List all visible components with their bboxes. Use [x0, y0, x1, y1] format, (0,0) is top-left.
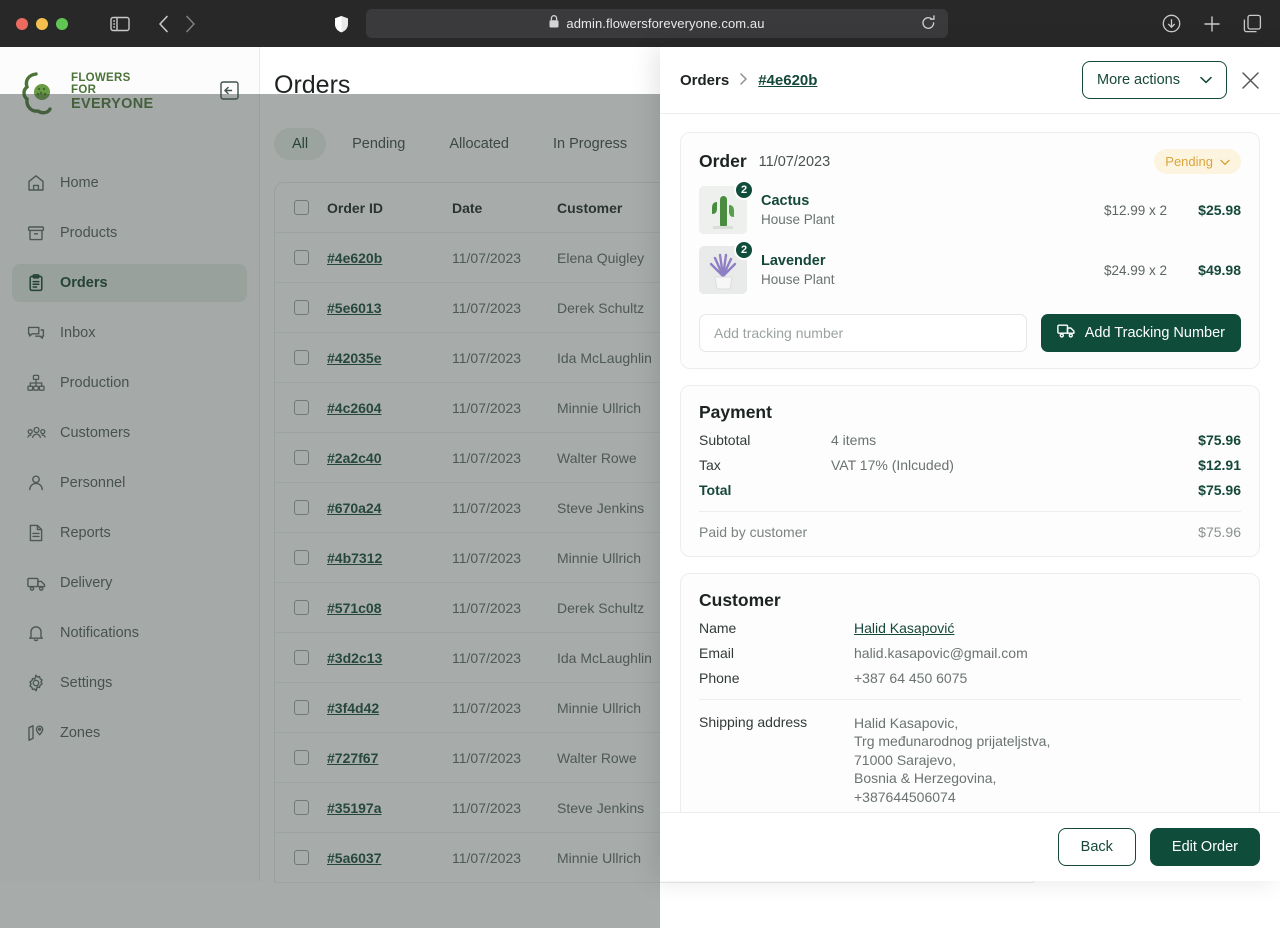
quantity-badge: 2 — [734, 180, 754, 200]
payment-label: Tax — [699, 457, 831, 473]
order-card-header: Order 11/07/2023 Pending — [699, 149, 1241, 174]
customer-name-label: Name — [699, 620, 854, 636]
address-line: Bosnia & Herzegovina, — [854, 769, 1050, 787]
line-item-name[interactable]: Cactus — [761, 193, 835, 209]
payment-label: Total — [699, 482, 831, 498]
line-item-unit-price: $24.99 x 2 — [1104, 263, 1167, 278]
product-thumb-wrap: 2 — [699, 186, 747, 234]
quantity-badge: 2 — [734, 240, 754, 260]
chrome-right-actions — [1162, 14, 1262, 33]
url-text: admin.flowersforeveryone.com.au — [566, 16, 764, 31]
customer-card-title: Customer — [699, 590, 1241, 611]
status-badge-label: Pending — [1165, 154, 1213, 169]
paid-label: Paid by customer — [699, 524, 831, 540]
lock-icon — [549, 15, 559, 33]
order-date: 11/07/2023 — [759, 154, 831, 170]
line-item-text: Cactus House Plant — [761, 193, 835, 227]
line-item-total: $25.98 — [1167, 202, 1241, 218]
customer-card: Customer Name Halid Kasapović Email hali… — [680, 573, 1260, 812]
panel-header: Orders #4e620b More actions — [660, 47, 1280, 114]
downloads-icon[interactable] — [1162, 14, 1181, 33]
back-button[interactable]: Back — [1058, 828, 1136, 866]
nav-back-icon[interactable] — [158, 15, 169, 33]
tracking-number-input[interactable] — [699, 314, 1027, 352]
breadcrumb-orders-link[interactable]: Orders — [680, 72, 729, 89]
more-actions-button[interactable]: More actions — [1082, 61, 1227, 99]
customer-name-link[interactable]: Halid Kasapović — [854, 620, 954, 636]
product-thumb-wrap: 2 — [699, 246, 747, 294]
customer-row-address: Shipping address Halid Kasapovic, Trg me… — [699, 714, 1241, 806]
customer-phone-label: Phone — [699, 670, 854, 686]
breadcrumb: Orders #4e620b — [680, 72, 817, 89]
payment-label: Subtotal — [699, 432, 831, 448]
line-item-category: House Plant — [761, 272, 835, 287]
tracking-row: Add Tracking Number — [699, 314, 1241, 352]
edit-order-button[interactable]: Edit Order — [1150, 828, 1260, 866]
payment-row-subtotal: Subtotal 4 items $75.96 — [699, 432, 1241, 448]
panel-backdrop-overlay[interactable] — [0, 94, 660, 928]
customer-phone-value: +387 64 450 6075 — [854, 670, 967, 686]
address-line: 71000 Sarajevo, — [854, 751, 1050, 769]
url-bar[interactable]: admin.flowersforeveryone.com.au — [366, 9, 948, 38]
more-actions-label: More actions — [1097, 72, 1180, 88]
payment-row-tax: Tax VAT 17% (Inlcuded) $12.91 — [699, 457, 1241, 473]
payment-amount: $12.91 — [1198, 457, 1241, 473]
customer-row-name: Name Halid Kasapović — [699, 620, 1241, 636]
truck-icon — [1057, 323, 1076, 343]
minimize-window-button[interactable] — [36, 18, 48, 30]
payment-row-paid: Paid by customer $75.96 — [699, 524, 1241, 540]
sidebar-toggle-icon[interactable] — [110, 16, 130, 32]
line-item-text: Lavender House Plant — [761, 253, 835, 287]
close-icon[interactable] — [1241, 71, 1260, 90]
payment-note: 4 items — [831, 432, 1198, 448]
close-window-button[interactable] — [16, 18, 28, 30]
customer-row-phone: Phone +387 64 450 6075 — [699, 670, 1241, 686]
plus-icon[interactable] — [1203, 15, 1221, 33]
browser-chrome: admin.flowersforeveryone.com.au — [0, 0, 1280, 47]
chevron-right-icon — [740, 72, 747, 89]
order-card-title: Order — [699, 151, 747, 172]
payment-divider — [699, 511, 1241, 512]
payment-card-title: Payment — [699, 402, 1241, 423]
line-item-name[interactable]: Lavender — [761, 253, 835, 269]
order-line-item: 2 Lavender House Plant $24.99 x 2 $49.98 — [699, 246, 1241, 294]
payment-amount: $75.96 — [1198, 432, 1241, 448]
nav-forward-icon[interactable] — [185, 15, 196, 33]
payment-amount: $75.96 — [1198, 482, 1241, 498]
window-traffic-lights — [16, 18, 68, 30]
breadcrumb-current-order[interactable]: #4e620b — [758, 72, 817, 89]
order-line-item: 2 Cactus House Plant $12.99 x 2 $25.98 — [699, 186, 1241, 234]
order-card: Order 11/07/2023 Pending — [680, 132, 1260, 369]
address-line: +387644506074 — [854, 788, 1050, 806]
payment-row-total: Total $75.96 — [699, 482, 1241, 498]
shield-icon[interactable] — [334, 15, 349, 33]
payment-note: VAT 17% (Inlcuded) — [831, 457, 1198, 473]
line-item-unit-price: $12.99 x 2 — [1104, 203, 1167, 218]
order-detail-panel: Orders #4e620b More actions Order 11/07/… — [660, 47, 1280, 881]
status-badge[interactable]: Pending — [1154, 149, 1241, 174]
maximize-window-button[interactable] — [56, 18, 68, 30]
tabs-overview-icon[interactable] — [1243, 14, 1262, 33]
customer-email-value: halid.kasapovic@gmail.com — [854, 645, 1028, 661]
chevron-down-icon — [1220, 154, 1230, 169]
line-item-total: $49.98 — [1167, 262, 1241, 278]
customer-divider — [699, 699, 1241, 700]
address-line: Trg međunarodnog prijateljstva, — [854, 732, 1050, 750]
customer-row-email: Email halid.kasapovic@gmail.com — [699, 645, 1241, 661]
line-item-category: House Plant — [761, 212, 835, 227]
chevron-down-icon — [1200, 72, 1212, 88]
paid-amount: $75.96 — [1198, 524, 1241, 540]
shipping-address-label: Shipping address — [699, 714, 854, 806]
add-tracking-label: Add Tracking Number — [1085, 325, 1225, 341]
customer-email-label: Email — [699, 645, 854, 661]
add-tracking-number-button[interactable]: Add Tracking Number — [1041, 314, 1241, 352]
shipping-address-value: Halid Kasapovic, Trg međunarodnog prijat… — [854, 714, 1050, 806]
address-line: Halid Kasapovic, — [854, 714, 1050, 732]
payment-card: Payment Subtotal 4 items $75.96 Tax VAT … — [680, 385, 1260, 557]
reload-icon[interactable] — [921, 15, 936, 36]
panel-body: Order 11/07/2023 Pending — [660, 114, 1280, 812]
panel-footer: Back Edit Order — [660, 812, 1280, 881]
